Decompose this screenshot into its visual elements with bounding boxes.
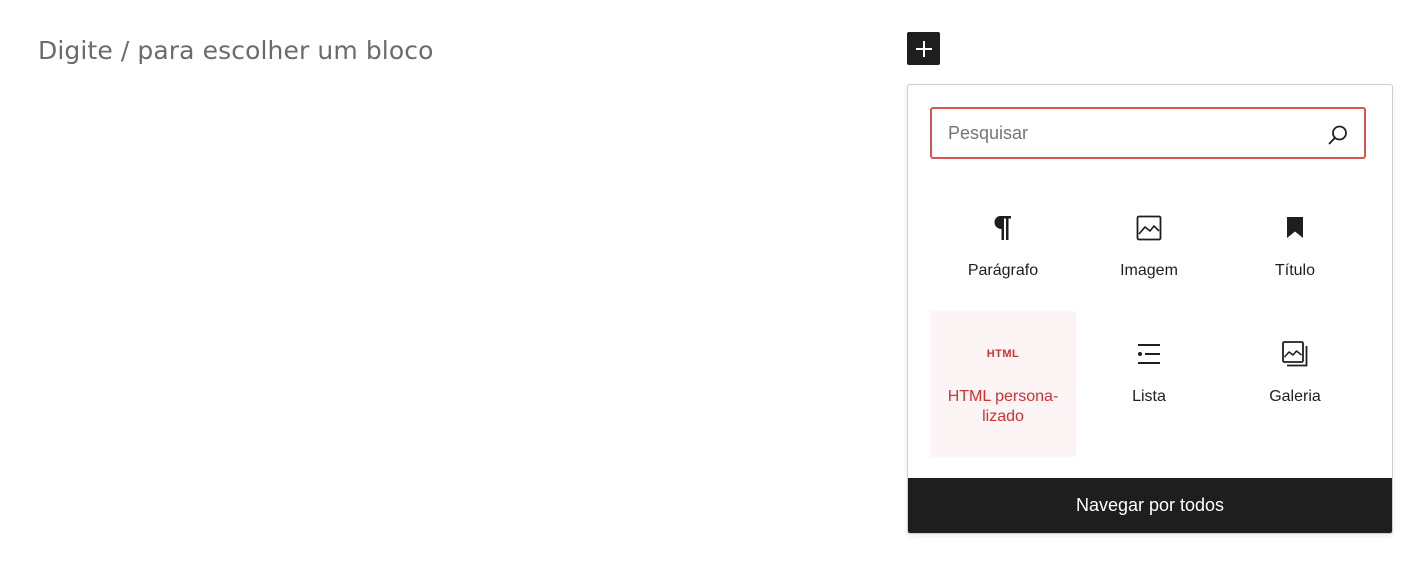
- block-item-list[interactable]: Lista: [1076, 311, 1222, 437]
- block-label: HTML persona- lizado: [947, 388, 1059, 425]
- gallery-icon: [1280, 339, 1310, 369]
- html-icon: HTML: [986, 339, 1020, 369]
- bookmark-icon: [1280, 213, 1310, 243]
- block-placeholder-text[interactable]: Digite / para escolher um bloco: [38, 34, 433, 68]
- block-label: Imagem: [1120, 262, 1178, 279]
- block-inserter-popover: Parágrafo Imagem Título HTML H: [907, 84, 1393, 534]
- search-box: [930, 107, 1366, 159]
- list-icon: [1134, 339, 1164, 369]
- html-icon-text: HTML: [986, 348, 1020, 360]
- block-grid: Parágrafo Imagem Título HTML HTML person…: [930, 185, 1370, 457]
- block-label: Título: [1274, 262, 1315, 279]
- block-label: Lista: [1132, 388, 1166, 405]
- block-item-image[interactable]: Imagem: [1076, 185, 1222, 311]
- browse-all-button[interactable]: Navegar por todos: [908, 478, 1392, 533]
- block-item-heading[interactable]: Título: [1222, 185, 1368, 311]
- search-input[interactable]: [932, 109, 1318, 157]
- image-icon: [1134, 213, 1164, 243]
- block-label: Galeria: [1269, 388, 1321, 405]
- block-item-gallery[interactable]: Galeria: [1222, 311, 1368, 437]
- search-icon[interactable]: [1326, 123, 1350, 147]
- paragraph-icon: [988, 213, 1018, 243]
- add-block-button[interactable]: [907, 32, 940, 65]
- plus-icon: [915, 40, 932, 57]
- block-item-custom-html[interactable]: HTML HTML persona- lizado: [930, 311, 1076, 457]
- block-label: Parágrafo: [967, 262, 1039, 279]
- block-item-paragraph[interactable]: Parágrafo: [930, 185, 1076, 311]
